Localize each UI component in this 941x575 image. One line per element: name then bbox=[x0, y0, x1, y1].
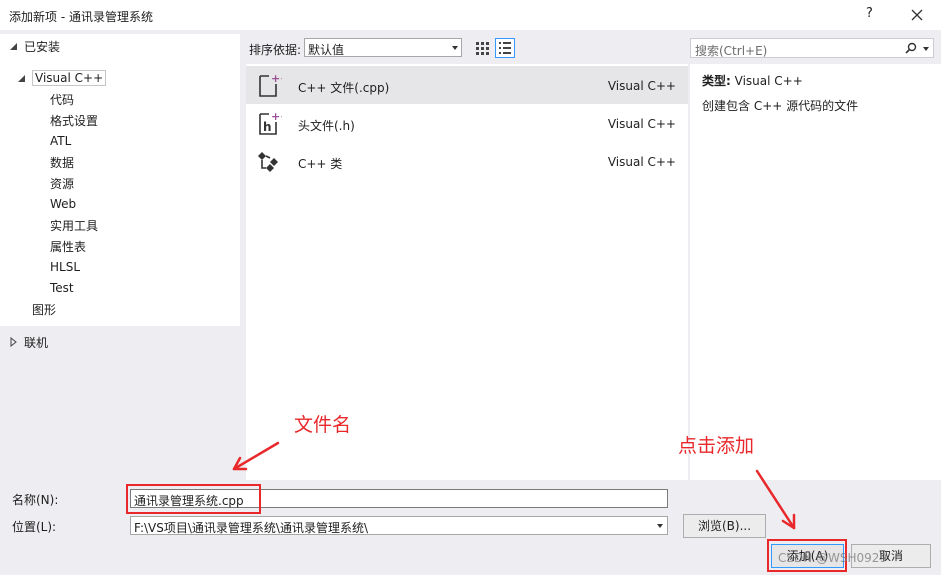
annotation-click-add: 点击添加 bbox=[678, 435, 755, 457]
details-pane: 类型: Visual C++ 创建包含 C++ 源代码的文件 bbox=[690, 64, 941, 480]
tree-label-installed: 已安装 bbox=[24, 39, 61, 54]
tree-item-hlsl[interactable]: HLSL bbox=[50, 257, 80, 277]
expanded-arrow-icon[interactable] bbox=[8, 41, 18, 51]
category-tree: 已安装 Visual C++ 代码 格式设置 ATL 数据 资源 Web 实用工… bbox=[0, 34, 240, 326]
tree-item-label: Web bbox=[50, 197, 77, 211]
help-button[interactable]: ? bbox=[866, 6, 873, 21]
svg-text:++: ++ bbox=[271, 110, 282, 123]
tree-item-label: 格式设置 bbox=[50, 113, 99, 128]
chevron-down-icon bbox=[452, 46, 458, 50]
close-icon[interactable] bbox=[905, 3, 929, 27]
chevron-down-icon[interactable] bbox=[657, 524, 663, 528]
template-name: C++ 文件(.cpp) bbox=[298, 81, 390, 95]
tree-item-label: 图形 bbox=[32, 302, 57, 317]
location-label: 位置(L): bbox=[12, 520, 57, 534]
tree-item-resources[interactable]: 资源 bbox=[50, 173, 74, 193]
collapsed-arrow-icon[interactable] bbox=[8, 337, 18, 347]
tree-item-property-sheet[interactable]: 属性表 bbox=[50, 236, 86, 256]
tree-node-installed[interactable]: 已安装 bbox=[8, 36, 60, 56]
tree-item-label: 资源 bbox=[50, 176, 75, 191]
tree-item-web[interactable]: Web bbox=[50, 194, 76, 214]
tree-item-label: HLSL bbox=[50, 260, 81, 274]
grid-view-icon[interactable] bbox=[472, 38, 492, 58]
tree-item-data[interactable]: 数据 bbox=[50, 152, 74, 172]
expanded-arrow-icon[interactable] bbox=[16, 73, 26, 83]
chevron-down-icon[interactable] bbox=[923, 47, 929, 51]
location-value: F:\VS项目\通讯录管理系统\通讯录管理系统\ bbox=[134, 521, 369, 535]
title-bar: 添加新项 - 通讯录管理系统 ? bbox=[0, 0, 941, 30]
watermark: CSDN @WSH0929 bbox=[778, 551, 888, 565]
header-file-icon: h ++ bbox=[259, 110, 282, 135]
tree-item-utilities[interactable]: 实用工具 bbox=[50, 215, 98, 235]
list-view-icon[interactable] bbox=[495, 38, 515, 58]
type-value: Visual C++ bbox=[734, 74, 803, 88]
tree-item-label: 属性表 bbox=[50, 239, 87, 254]
tree-node-visual-cpp[interactable]: Visual C++ bbox=[16, 68, 107, 88]
tree-item-label: 实用工具 bbox=[50, 218, 99, 233]
sort-value: 默认值 bbox=[308, 43, 345, 57]
template-cpp-class[interactable]: C++ 类 Visual C++ bbox=[246, 142, 688, 180]
name-label: 名称(N): bbox=[12, 493, 59, 507]
tree-label-visual-cpp: Visual C++ bbox=[32, 70, 107, 86]
sort-toolbar: 排序依据: 默认值 bbox=[246, 36, 686, 60]
tree-label-online: 联机 bbox=[24, 335, 49, 350]
template-language: Visual C++ bbox=[607, 155, 676, 169]
tree-item-label: 数据 bbox=[50, 155, 75, 170]
tree-item-graphics[interactable]: 图形 bbox=[32, 299, 56, 319]
template-description: 创建包含 C++ 源代码的文件 bbox=[702, 99, 859, 113]
browse-button[interactable]: 浏览(B)... bbox=[683, 514, 766, 538]
highlight-name-field bbox=[126, 484, 261, 514]
template-language: Visual C++ bbox=[607, 79, 676, 93]
template-header-file[interactable]: h ++ 头文件(.h) Visual C++ bbox=[246, 104, 688, 142]
tree-item-label: 代码 bbox=[50, 92, 75, 107]
template-name: 头文件(.h) bbox=[298, 119, 355, 133]
search-icon bbox=[905, 42, 917, 54]
tree-item-code[interactable]: 代码 bbox=[50, 89, 74, 109]
class-icon bbox=[258, 152, 278, 172]
location-field[interactable]: F:\VS项目\通讯录管理系统\通讯录管理系统\ bbox=[130, 516, 668, 535]
window-title: 添加新项 - 通讯录管理系统 bbox=[9, 10, 153, 24]
svg-text:++: ++ bbox=[271, 72, 282, 85]
template-name: C++ 类 bbox=[298, 157, 343, 171]
tree-node-online[interactable]: 联机 bbox=[8, 332, 48, 352]
tree-item-label: Test bbox=[50, 281, 74, 295]
tree-item-formatting[interactable]: 格式设置 bbox=[50, 110, 98, 130]
tree-item-atl[interactable]: ATL bbox=[50, 131, 71, 151]
tree-item-label: ATL bbox=[50, 134, 72, 148]
sort-label: 排序依据: bbox=[249, 43, 302, 57]
type-line: 类型: Visual C++ bbox=[702, 72, 803, 89]
search-placeholder: 搜索(Ctrl+E) bbox=[695, 44, 768, 58]
sort-dropdown[interactable]: 默认值 bbox=[304, 38, 462, 57]
type-label: 类型: bbox=[702, 74, 731, 88]
annotation-filename: 文件名 bbox=[294, 414, 352, 436]
template-language: Visual C++ bbox=[607, 117, 676, 131]
search-input[interactable]: 搜索(Ctrl+E) bbox=[690, 38, 934, 58]
cpp-file-icon: ++ bbox=[259, 72, 282, 97]
tree-item-test[interactable]: Test bbox=[50, 278, 74, 298]
template-cpp-file[interactable]: ++ C++ 文件(.cpp) Visual C++ bbox=[246, 66, 688, 104]
